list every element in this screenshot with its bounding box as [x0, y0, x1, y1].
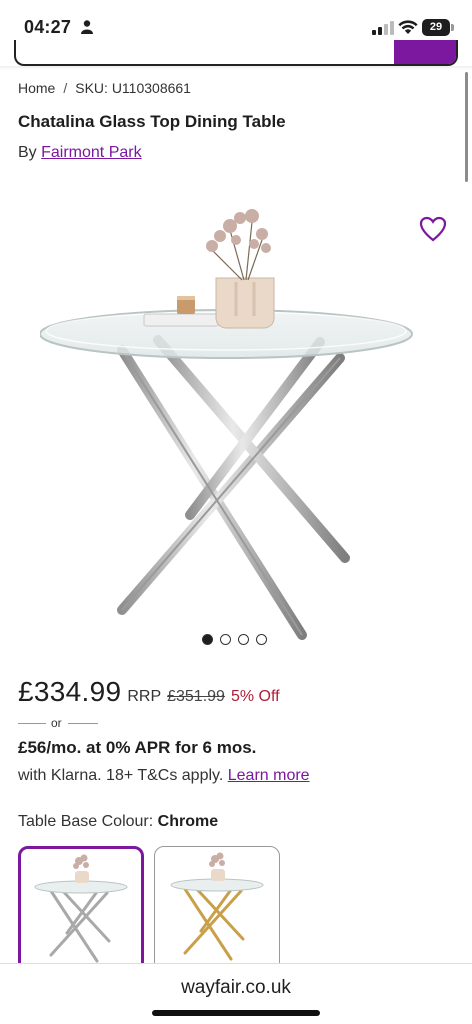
product-image[interactable] [40, 200, 440, 650]
carousel-dot[interactable] [256, 634, 267, 645]
swatch-chrome-image [34, 854, 128, 963]
breadcrumb-separator: / [63, 80, 68, 96]
battery-icon: 29 [422, 19, 450, 36]
search-input[interactable] [14, 40, 458, 66]
discount-badge: 5% Off [230, 688, 280, 705]
breadcrumb-home-link[interactable]: Home [18, 80, 55, 96]
breadcrumb: Home / SKU: U110308661 [18, 80, 191, 96]
swatch-chrome[interactable] [18, 846, 144, 976]
swatch-gold[interactable] [154, 846, 280, 976]
heart-icon[interactable] [419, 216, 447, 242]
klarna-text: with Klarna. 18+ T&Cs apply. [18, 767, 224, 784]
battery-level: 29 [429, 21, 443, 33]
or-text: or [51, 716, 62, 730]
finance-offer: £56/mo. at 0% APR for 6 mos. [18, 738, 257, 757]
carousel-dot[interactable] [238, 634, 249, 645]
search-button[interactable] [394, 40, 456, 64]
option-label: Table Base Colour: Chrome [18, 813, 218, 831]
brand-link[interactable]: Fairmont Park [41, 144, 141, 161]
klarna-line: with Klarna. 18+ T&Cs apply. Learn more [18, 767, 310, 785]
person-icon [81, 20, 93, 34]
brand-line: By Fairmont Park [18, 144, 142, 162]
rrp-price: £351.99 [167, 688, 225, 705]
battery-cap [451, 24, 454, 31]
carousel-dots [202, 634, 267, 646]
option-label-text: Table Base Colour: [18, 813, 154, 830]
rrp-label: RRP [127, 688, 162, 705]
or-line-left [18, 723, 46, 724]
status-time: 04:27 [24, 17, 72, 37]
breadcrumb-sku: SKU: U110308661 [75, 80, 191, 96]
url-text[interactable]: wayfair.co.uk [0, 977, 472, 999]
signal-icon [372, 21, 394, 35]
or-divider: or [18, 716, 100, 730]
swatch-gold-image [170, 852, 264, 961]
home-indicator [152, 1010, 320, 1016]
wifi-icon [398, 20, 418, 34]
browser-address-bar[interactable]: wayfair.co.uk [0, 963, 472, 1024]
learn-more-link[interactable]: Learn more [228, 767, 310, 784]
or-line-right [68, 723, 98, 724]
price-row: £334.99 RRP £351.99 5% Off [18, 676, 280, 708]
option-selected-value: Chrome [157, 813, 219, 830]
scrollbar[interactable] [465, 72, 468, 182]
brand-prefix: By [18, 144, 37, 161]
carousel-dot[interactable] [202, 634, 213, 645]
product-title: Chatalina Glass Top Dining Table [18, 112, 286, 131]
carousel-dot[interactable] [220, 634, 231, 645]
price: £334.99 [18, 676, 122, 707]
header-divider [0, 66, 472, 70]
